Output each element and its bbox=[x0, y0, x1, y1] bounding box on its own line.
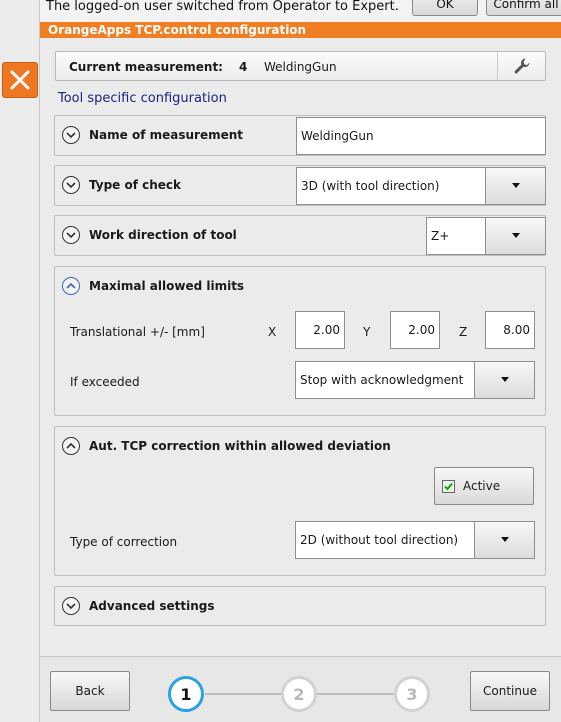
panel-tcp-correction: Aut. TCP correction within allowed devia… bbox=[54, 426, 546, 576]
step-connector bbox=[317, 693, 399, 695]
if-exceeded-label: If exceeded bbox=[70, 375, 140, 389]
panel-title-name: Name of measurement bbox=[89, 128, 244, 142]
chevron-down-icon bbox=[62, 597, 80, 615]
panel-header-tcp-correction[interactable]: Aut. TCP correction within allowed devia… bbox=[55, 427, 391, 465]
active-label: Active bbox=[463, 479, 501, 493]
panel-title-advanced: Advanced settings bbox=[89, 599, 215, 613]
panel-title-tcp-correction: Aut. TCP correction within allowed devia… bbox=[89, 439, 391, 453]
chevron-up-icon bbox=[62, 277, 80, 295]
panel-header-name[interactable]: Name of measurement bbox=[55, 116, 243, 154]
x-limit-input[interactable]: 2.00 bbox=[295, 311, 345, 349]
wizard-footer: Back 1 2 3 Continue bbox=[40, 656, 561, 722]
panel-type-of-check: Type of check 3D (with tool direction) bbox=[54, 165, 546, 206]
notification-text: The logged-on user switched from Operato… bbox=[46, 0, 399, 14]
y-limit-input[interactable]: 2.00 bbox=[390, 311, 440, 349]
checkbox-checked-icon bbox=[442, 479, 455, 493]
wrench-icon bbox=[514, 58, 529, 74]
active-toggle-button[interactable]: Active bbox=[434, 467, 534, 505]
panel-name-of-measurement: Name of measurement WeldingGun bbox=[54, 115, 546, 156]
left-strip bbox=[0, 0, 40, 722]
close-icon bbox=[10, 70, 30, 90]
x-axis-label: X bbox=[268, 325, 277, 339]
ok-button[interactable]: OK bbox=[412, 0, 478, 16]
current-measurement-label: Current measurement: bbox=[69, 60, 223, 74]
panel-title-work-direction: Work direction of tool bbox=[89, 228, 237, 242]
z-axis-label: Z bbox=[459, 325, 468, 339]
caret-down-icon bbox=[500, 537, 509, 542]
app-title-bar: OrangeApps TCP.control configuration bbox=[40, 22, 561, 38]
type-of-check-select[interactable]: 3D (with tool direction) bbox=[296, 167, 486, 205]
if-exceeded-dropdown-button[interactable] bbox=[474, 361, 535, 399]
current-measurement-number: 4 bbox=[239, 60, 248, 74]
if-exceeded-select[interactable]: Stop with acknowledgment bbox=[295, 361, 475, 399]
caret-down-icon bbox=[500, 377, 509, 382]
continue-button[interactable]: Continue bbox=[470, 671, 550, 711]
panel-title-type-of-check: Type of check bbox=[89, 178, 182, 192]
type-of-correction-label: Type of correction bbox=[70, 535, 178, 549]
measurement-name-input[interactable]: WeldingGun bbox=[296, 117, 546, 155]
caret-down-icon bbox=[511, 183, 520, 188]
back-button[interactable]: Back bbox=[50, 671, 130, 711]
chevron-up-icon bbox=[62, 437, 80, 455]
close-button[interactable] bbox=[2, 62, 38, 98]
main-content: Current measurement: 4 WeldingGun Tool s… bbox=[40, 38, 561, 656]
current-measurement-bar: Current measurement: 4 WeldingGun bbox=[55, 51, 546, 81]
type-of-check-dropdown-button[interactable] bbox=[485, 167, 546, 205]
settings-wrench-button[interactable] bbox=[497, 52, 545, 80]
chevron-down-icon bbox=[62, 176, 80, 194]
panel-header-work-direction[interactable]: Work direction of tool bbox=[55, 216, 237, 254]
step-2-indicator[interactable]: 2 bbox=[281, 676, 317, 712]
type-of-correction-dropdown-button[interactable] bbox=[474, 521, 535, 559]
z-limit-input[interactable]: 8.00 bbox=[485, 311, 535, 349]
notification-bar: The logged-on user switched from Operato… bbox=[40, 0, 561, 22]
work-direction-dropdown-button[interactable] bbox=[485, 217, 546, 255]
current-measurement-tool: WeldingGun bbox=[264, 60, 337, 74]
chevron-down-icon bbox=[62, 126, 80, 144]
step-1-indicator[interactable]: 1 bbox=[168, 676, 204, 712]
panel-advanced-settings: Advanced settings bbox=[54, 586, 546, 626]
y-axis-label: Y bbox=[363, 325, 371, 339]
step-connector bbox=[205, 693, 287, 695]
type-of-correction-select[interactable]: 2D (without tool direction) bbox=[295, 521, 475, 559]
chevron-down-icon bbox=[62, 226, 80, 244]
panel-maximal-limits: Maximal allowed limits Translational +/-… bbox=[54, 266, 546, 416]
caret-down-icon bbox=[511, 233, 520, 238]
confirm-all-button[interactable]: Confirm all bbox=[486, 0, 561, 16]
section-title: Tool specific configuration bbox=[58, 91, 227, 106]
translational-label: Translational +/- [mm] bbox=[70, 325, 205, 339]
panel-work-direction: Work direction of tool Z+ bbox=[54, 215, 546, 256]
panel-header-limits[interactable]: Maximal allowed limits bbox=[55, 267, 244, 305]
panel-header-advanced[interactable]: Advanced settings bbox=[55, 587, 215, 625]
work-direction-select[interactable]: Z+ bbox=[426, 217, 486, 255]
panel-header-type-of-check[interactable]: Type of check bbox=[55, 166, 181, 204]
panel-title-limits: Maximal allowed limits bbox=[89, 279, 245, 293]
step-3-indicator[interactable]: 3 bbox=[394, 676, 430, 712]
